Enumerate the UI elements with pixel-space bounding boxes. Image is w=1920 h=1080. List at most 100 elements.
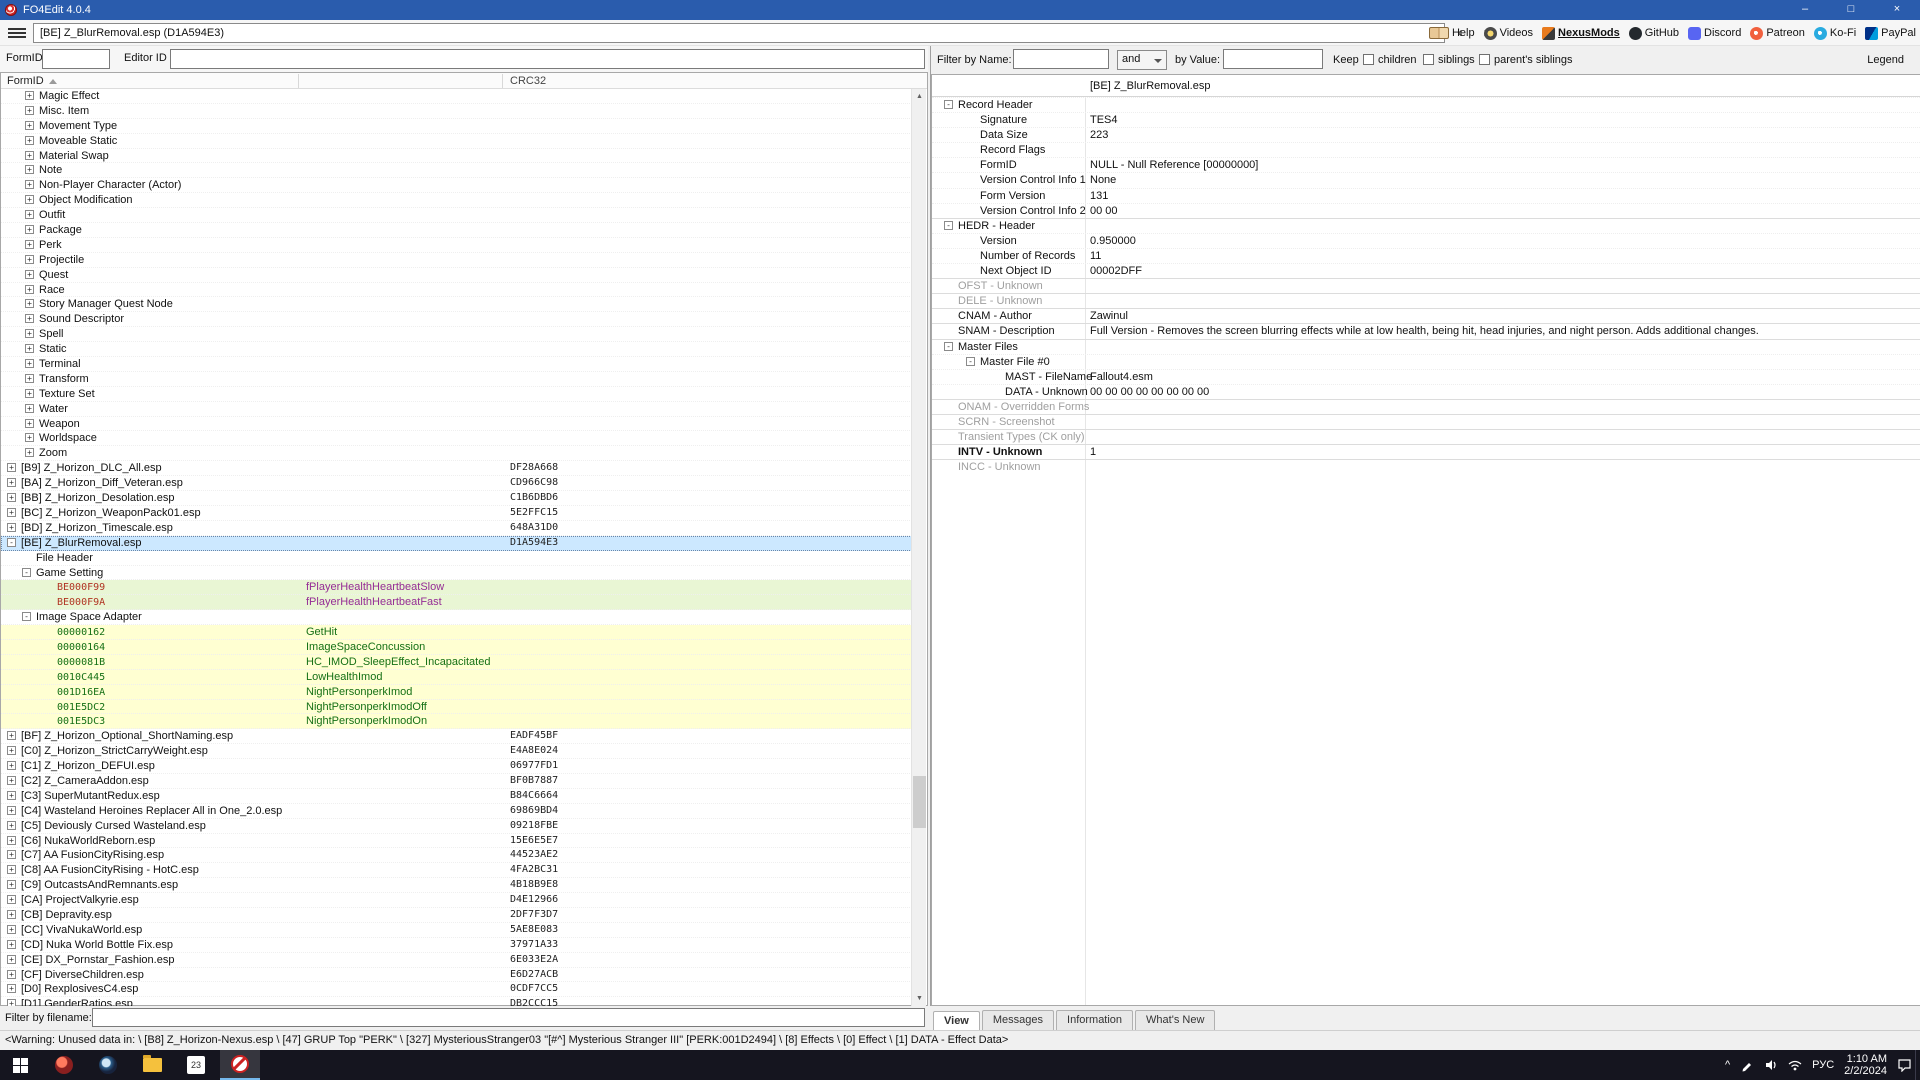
expander-icon[interactable]: + xyxy=(25,344,34,353)
expander-icon[interactable]: + xyxy=(7,865,16,874)
tree-row[interactable]: +[C6] NukaWorldReborn.esp 15E6E5E7 xyxy=(1,834,912,849)
tree-row[interactable]: +[C3] SuperMutantRedux.esp B84C6664 xyxy=(1,789,912,804)
record-row[interactable]: INCC - Unknown xyxy=(932,459,1920,474)
tree-row[interactable]: -Game Setting xyxy=(1,566,912,581)
crc32-column-header[interactable]: CRC32 xyxy=(510,75,546,87)
expander-icon[interactable]: + xyxy=(25,419,34,428)
action-center-icon[interactable] xyxy=(1897,1058,1912,1072)
taskbar-calendar-button[interactable]: 23 xyxy=(176,1050,216,1080)
tab-messages[interactable]: Messages xyxy=(982,1010,1054,1030)
tray-chevron-up-icon[interactable]: ^ xyxy=(1725,1059,1730,1071)
tree-row[interactable]: +[CC] VivaNukaWorld.esp 5AE8E083 xyxy=(1,923,912,938)
expander-icon[interactable]: + xyxy=(7,940,16,949)
record-row[interactable]: DELE - Unknown xyxy=(932,293,1920,308)
record-row[interactable]: Transient Types (CK only) xyxy=(932,429,1920,444)
record-row[interactable]: Signature TES4 xyxy=(932,112,1920,127)
scroll-up-icon[interactable]: ▲ xyxy=(912,89,927,104)
taskbar-explorer-button[interactable] xyxy=(132,1050,172,1080)
taskbar-fo4edit-button[interactable] xyxy=(220,1050,260,1080)
expander-icon[interactable]: + xyxy=(25,225,34,234)
record-row[interactable]: OFST - Unknown xyxy=(932,278,1920,293)
expander-icon[interactable]: + xyxy=(7,523,16,532)
expander-icon[interactable]: + xyxy=(7,776,16,785)
expander-icon[interactable]: + xyxy=(25,433,34,442)
keep-children-checkbox[interactable] xyxy=(1363,54,1374,65)
record-field-value[interactable]: NULL - Null Reference [00000000] xyxy=(1090,158,1258,173)
hamburger-menu-icon[interactable] xyxy=(8,26,26,40)
expander-icon[interactable]: + xyxy=(25,389,34,398)
github-link[interactable]: GitHub xyxy=(1629,27,1679,40)
expander-icon[interactable]: + xyxy=(25,151,34,160)
tree-row[interactable]: +[CB] Depravity.esp 2DF7F3D7 xyxy=(1,908,912,923)
tree-row[interactable]: +Magic Effect xyxy=(1,89,912,104)
formid-input[interactable] xyxy=(42,49,110,69)
expander-icon[interactable]: + xyxy=(25,121,34,130)
tree-row[interactable]: -Image Space Adapter xyxy=(1,610,912,625)
expander-icon[interactable]: + xyxy=(7,731,16,740)
tree-row[interactable]: +[C9] OutcastsAndRemnants.esp 4B18B9E8 xyxy=(1,878,912,893)
record-row[interactable]: Version Control Info 1 None xyxy=(932,172,1920,187)
record-field-value[interactable]: Zawinul xyxy=(1090,309,1128,324)
tree-row[interactable]: +Water xyxy=(1,402,912,417)
tree-row[interactable]: +[BF] Z_Horizon_Optional_ShortNaming.esp… xyxy=(1,729,912,744)
tree-row[interactable]: +Misc. Item xyxy=(1,104,912,119)
expander-icon[interactable]: + xyxy=(25,359,34,368)
expander-icon[interactable]: + xyxy=(25,91,34,100)
tree-row[interactable]: +[CE] DX_Pornstar_Fashion.esp 6E033E2A xyxy=(1,953,912,968)
tree-row[interactable]: +Weapon xyxy=(1,417,912,432)
tree-row[interactable]: +[CA] ProjectValkyrie.esp D4E12966 xyxy=(1,893,912,908)
tree-row[interactable]: +Terminal xyxy=(1,357,912,372)
record-field-value[interactable]: TES4 xyxy=(1090,113,1118,128)
expander-icon[interactable]: + xyxy=(25,314,34,323)
record-row[interactable]: -Master Files xyxy=(932,339,1920,354)
tree-row[interactable]: 0010C445 LowHealthImod xyxy=(1,670,912,685)
tree-row[interactable]: +[C7] AA FusionCityRising.esp 44523AE2 xyxy=(1,848,912,863)
network-icon[interactable] xyxy=(1788,1058,1802,1072)
expander-icon[interactable]: + xyxy=(7,910,16,919)
expander-icon[interactable]: + xyxy=(25,195,34,204)
record-field-value[interactable]: 131 xyxy=(1090,189,1108,204)
tree-row[interactable]: +Story Manager Quest Node xyxy=(1,297,912,312)
expander-icon[interactable]: + xyxy=(7,955,16,964)
expander-icon[interactable]: + xyxy=(7,925,16,934)
expander-icon[interactable]: - xyxy=(22,568,31,577)
minimize-button[interactable]: – xyxy=(1782,0,1828,20)
record-row[interactable]: ONAM - Overridden Forms xyxy=(932,399,1920,414)
record-field-value[interactable]: 0.950000 xyxy=(1090,234,1136,249)
expander-icon[interactable]: + xyxy=(7,880,16,889)
record-row[interactable]: Next Object ID 00002DFF xyxy=(932,263,1920,278)
expander-icon[interactable]: + xyxy=(7,895,16,904)
tree-row[interactable]: -[BE] Z_BlurRemoval.esp D1A594E3 xyxy=(1,536,912,551)
tab-view[interactable]: View xyxy=(933,1011,980,1031)
record-row[interactable]: Number of Records 11 xyxy=(932,248,1920,263)
record-field-value[interactable]: 00 00 xyxy=(1090,204,1118,219)
tree-row[interactable]: +[C8] AA FusionCityRising - HotC.esp 4FA… xyxy=(1,863,912,878)
tree-row[interactable]: 00000164 ImageSpaceConcussion xyxy=(1,640,912,655)
filter-name-input[interactable] xyxy=(1013,49,1109,69)
tree-row[interactable]: +[C2] Z_CameraAddon.esp BF0B7887 xyxy=(1,774,912,789)
filter-operator-select[interactable]: and xyxy=(1117,50,1167,70)
tab-information[interactable]: Information xyxy=(1056,1010,1133,1030)
start-button[interactable] xyxy=(0,1050,40,1080)
expander-icon[interactable]: + xyxy=(25,106,34,115)
tree-row[interactable]: 001E5DC3 NightPersonperkImodOn xyxy=(1,714,912,729)
tree-row[interactable]: +[C0] Z_Horizon_StrictCarryWeight.esp E4… xyxy=(1,744,912,759)
tree-row[interactable]: 001D16EA NightPersonperkImod xyxy=(1,685,912,700)
record-field-value[interactable]: 1 xyxy=(1090,445,1096,460)
taskbar-clock[interactable]: 1:10 AM 2/2/2024 xyxy=(1844,1053,1887,1077)
expander-icon[interactable]: - xyxy=(944,221,953,230)
tree-row[interactable]: +[BD] Z_Horizon_Timescale.esp 648A31D0 xyxy=(1,521,912,536)
tree-row[interactable]: +Transform xyxy=(1,372,912,387)
tree-row[interactable]: +Zoom xyxy=(1,446,912,461)
nexusmods-link[interactable]: NexusMods xyxy=(1542,27,1620,40)
tree-row[interactable]: +Movement Type xyxy=(1,119,912,134)
expander-icon[interactable]: + xyxy=(7,806,16,815)
tree-row[interactable]: +[BA] Z_Horizon_Diff_Veteran.esp CD966C9… xyxy=(1,476,912,491)
expander-icon[interactable]: + xyxy=(7,791,16,800)
record-row[interactable]: -Master File #0 xyxy=(932,354,1920,369)
expander-icon[interactable]: + xyxy=(7,821,16,830)
tree-row[interactable]: +[CD] Nuka World Bottle Fix.esp 37971A33 xyxy=(1,938,912,953)
expander-icon[interactable]: + xyxy=(7,746,16,755)
expander-icon[interactable]: + xyxy=(7,850,16,859)
record-row[interactable]: MAST - FileName Fallout4.esm xyxy=(932,369,1920,384)
